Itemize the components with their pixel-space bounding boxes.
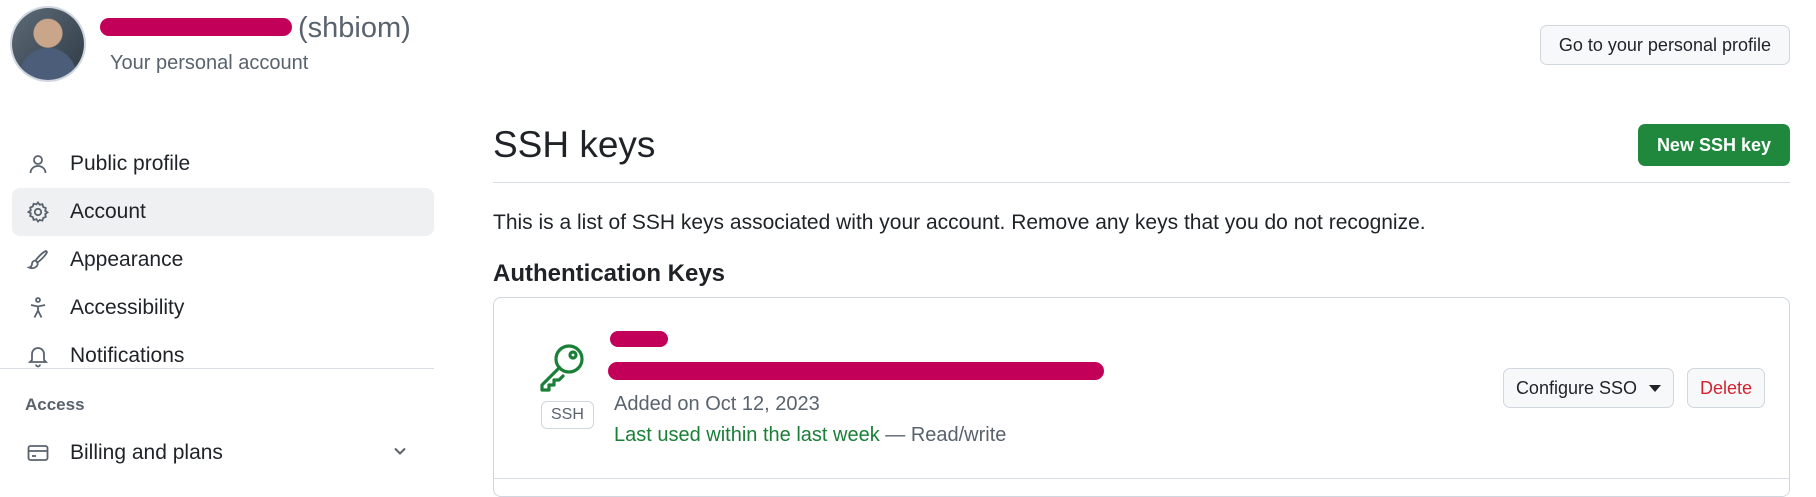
sidebar-item-public-profile[interactable]: Public profile <box>12 140 434 188</box>
configure-sso-label: Configure SSO <box>1515 377 1637 398</box>
sidebar-section-access: Access <box>25 395 85 414</box>
new-ssh-key-button[interactable]: New SSH key <box>1637 124 1790 166</box>
caret-down-icon <box>1649 384 1661 392</box>
sidebar-item-label: Accessibility <box>70 296 185 319</box>
key-icon <box>536 340 588 397</box>
account-name: (shbiom) <box>100 12 411 45</box>
section-heading: Authentication Keys <box>493 260 726 287</box>
sidebar-item-billing[interactable]: Billing and plans <box>12 429 422 477</box>
title-divider <box>493 182 1790 183</box>
account-subtitle: Your personal account <box>110 52 309 74</box>
username-handle: (shbiom) <box>298 12 411 44</box>
person-icon <box>26 152 50 176</box>
last-used-text: Last used within the last week <box>614 424 880 446</box>
avatar[interactable] <box>12 8 84 80</box>
redacted-key-fingerprint <box>608 362 1104 380</box>
sidebar-divider <box>0 368 434 369</box>
redacted-name <box>100 18 292 37</box>
ssh-key-list: SSH Added on Oct 12, 2023 Last used with… <box>493 297 1790 497</box>
intro-text: This is a list of SSH keys associated wi… <box>493 211 1426 234</box>
ssh-badge: SSH <box>541 401 594 429</box>
settings-sidebar: Public profile Account Appearance Access… <box>12 140 434 380</box>
redacted-key-title <box>610 331 668 347</box>
sidebar-item-label: Notifications <box>70 344 185 367</box>
sidebar-item-label: Public profile <box>70 152 191 175</box>
key-last-used: Last used within the last week — Read/wr… <box>614 424 1006 447</box>
sidebar-item-accessibility[interactable]: Accessibility <box>12 284 434 332</box>
sidebar-item-label: Appearance <box>70 248 184 271</box>
chevron-down-icon[interactable] <box>390 441 410 467</box>
access-level: — Read/write <box>879 424 1007 446</box>
delete-key-button[interactable]: Delete <box>1686 368 1765 408</box>
sidebar-item-appearance[interactable]: Appearance <box>12 236 434 284</box>
row-divider <box>494 478 1789 479</box>
sidebar-item-label: Account <box>70 200 146 223</box>
bell-icon <box>26 344 50 368</box>
sidebar-item-account[interactable]: Account <box>12 188 434 236</box>
sidebar-item-label: Billing and plans <box>70 441 223 464</box>
accessibility-icon <box>26 296 50 320</box>
gear-icon <box>26 200 50 224</box>
page-title: SSH keys <box>493 124 656 165</box>
configure-sso-button[interactable]: Configure SSO <box>1502 368 1674 408</box>
key-added-date: Added on Oct 12, 2023 <box>614 393 820 415</box>
credit-card-icon <box>26 441 50 465</box>
sidebar-item-notifications[interactable]: Notifications <box>12 332 434 380</box>
paintbrush-icon <box>26 248 50 272</box>
go-to-profile-button[interactable]: Go to your personal profile <box>1539 25 1790 65</box>
